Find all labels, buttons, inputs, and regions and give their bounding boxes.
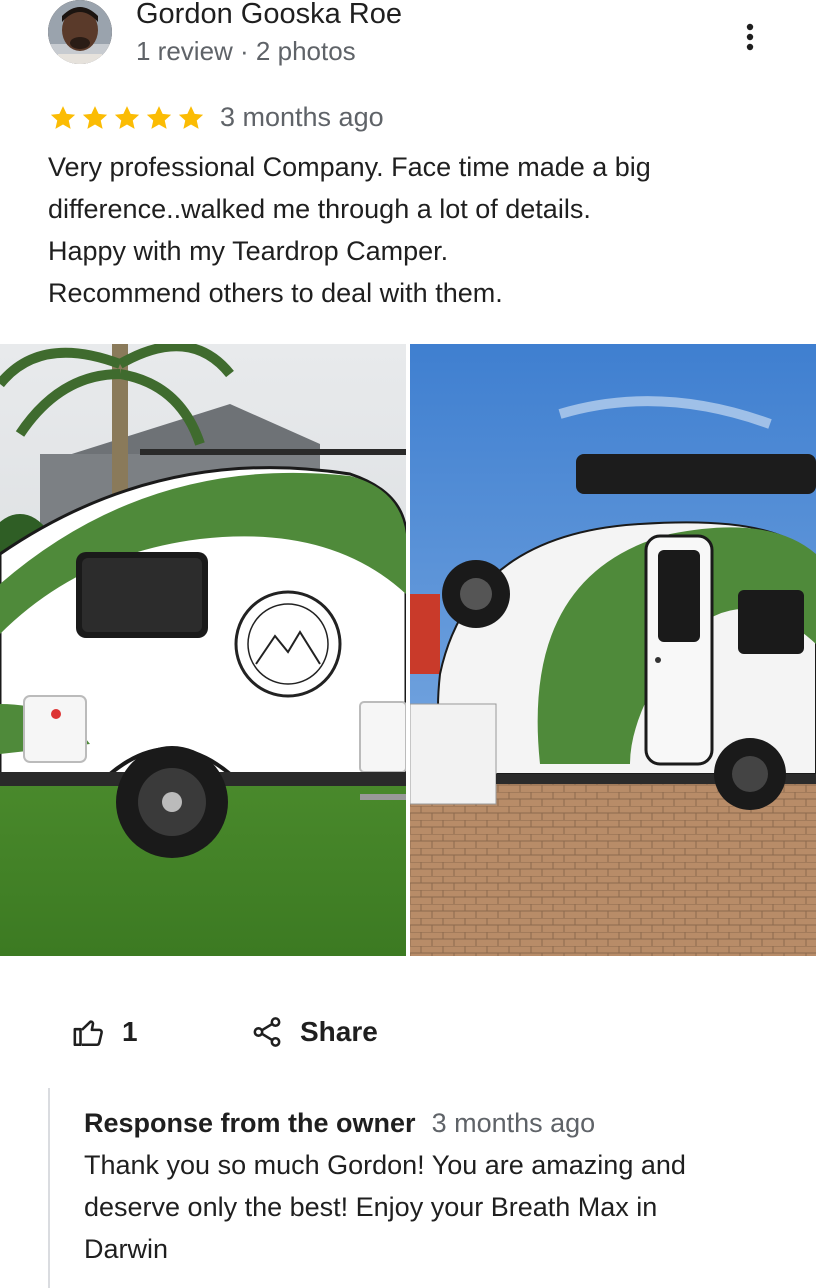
star-icon [146,106,172,129]
review-text-line: Very professional Company. Face time mad… [48,152,651,182]
owner-response-date: 3 months ago [431,1108,596,1138]
star-icon [114,106,140,129]
review-date: 3 months ago [220,102,384,132]
reviewer-name[interactable]: Gordon Gooska Roe [136,0,402,31]
owner-response-line: Darwin [84,1234,169,1264]
more-vert-icon [746,23,754,51]
review-photo-2[interactable] [410,344,816,956]
star-icon [50,106,76,129]
like-count: 1 [122,1016,138,1047]
reviewer-avatar[interactable] [48,0,112,64]
more-options-button[interactable] [734,18,766,58]
owner-response-text: Thank you so much Gordon! You are amazin… [84,1144,764,1270]
share-icon [253,1017,281,1047]
owner-response: Response from the owner 3 months ago Than… [48,1088,790,1288]
star-icon [178,106,204,129]
star-icon [82,106,108,129]
thumbs-up-icon [73,1020,103,1047]
owner-response-title: Response from the owner [84,1108,416,1138]
like-button[interactable]: 1 [72,1010,138,1054]
review-text-line: difference..walked me through a lot of d… [48,194,591,224]
review-text: Very professional Company. Face time mad… [48,146,788,314]
review-text-line: Recommend others to deal with them. [48,278,503,308]
share-label: Share [300,1016,378,1047]
owner-response-line: Thank you so much Gordon! You are amazin… [84,1150,686,1180]
owner-response-header: Response from the owner 3 months ago [84,1108,595,1139]
share-button[interactable]: Share [250,1010,378,1054]
reviewer-meta: 1 review · 2 photos [136,36,356,66]
review-text-line: Happy with my Teardrop Camper. [48,236,449,266]
review-photo-1[interactable] [0,344,406,956]
owner-response-line: deserve only the best! Enjoy your Breath… [84,1192,658,1222]
star-rating [48,102,206,136]
